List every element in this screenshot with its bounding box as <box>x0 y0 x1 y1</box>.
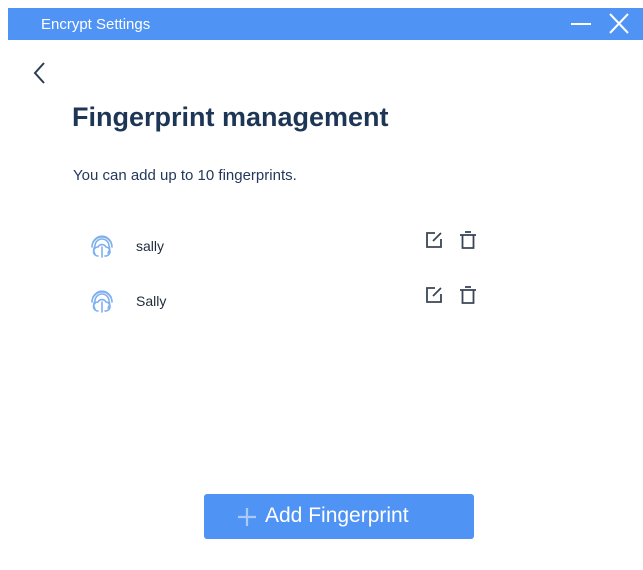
edit-button[interactable] <box>424 285 444 305</box>
minimize-button[interactable] <box>568 12 594 36</box>
add-fingerprint-label: Add Fingerprint <box>265 504 409 527</box>
page-title: Fingerprint management <box>72 102 389 132</box>
trash-icon <box>460 286 476 304</box>
edit-button[interactable] <box>424 230 444 250</box>
edit-icon <box>426 287 442 303</box>
close-button[interactable] <box>606 12 632 36</box>
edit-icon <box>426 232 442 248</box>
page-subtitle: You can add up to 10 fingerprints. <box>73 167 297 184</box>
delete-button[interactable] <box>458 230 478 250</box>
fingerprint-icon <box>91 290 113 313</box>
plus-icon <box>238 508 256 526</box>
fingerprint-name: sally <box>136 238 165 254</box>
back-button[interactable] <box>30 60 50 86</box>
close-icon <box>609 13 629 34</box>
title-bar: Encrypt Settings <box>8 8 643 40</box>
fingerprint-name: Sally <box>136 293 167 309</box>
delete-button[interactable] <box>458 285 478 305</box>
trash-icon <box>460 231 476 249</box>
window-title: Encrypt Settings <box>41 16 151 33</box>
fingerprint-item: sally <box>80 230 500 262</box>
fingerprint-icon <box>91 235 113 258</box>
add-fingerprint-button[interactable]: Add Fingerprint <box>204 494 474 539</box>
chevron-left-icon <box>33 62 45 84</box>
fingerprint-item: Sally <box>80 285 500 317</box>
minimize-icon <box>571 23 591 25</box>
